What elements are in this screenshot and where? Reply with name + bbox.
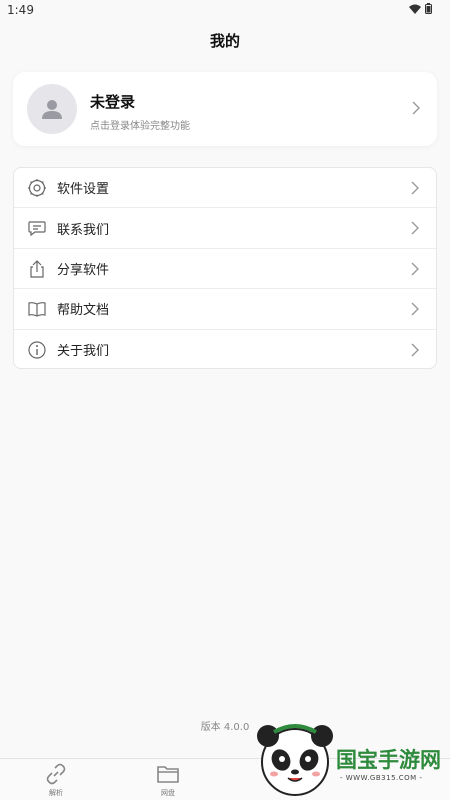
link-icon [46, 763, 66, 785]
watermark: 国宝手游网 - WWW.GB315.COM - [250, 722, 450, 800]
menu-label-share: 分享软件 [57, 262, 110, 278]
menu-item-about[interactable]: 关于我们 [14, 330, 436, 368]
chevron-right-icon [411, 181, 419, 195]
menu-item-contact[interactable]: 联系我们 [14, 208, 436, 249]
info-icon [28, 340, 46, 359]
chevron-right-icon [411, 221, 419, 235]
profile-card[interactable]: 未登录 点击登录体验完整功能 [13, 72, 437, 146]
menu-item-share[interactable]: 分享软件 [14, 249, 436, 290]
share-icon [30, 259, 44, 278]
avatar [27, 84, 77, 134]
status-bar: 1:49 [0, 0, 450, 20]
battery-icon [425, 3, 432, 14]
watermark-text: 国宝手游网 [336, 748, 441, 772]
settings-icon [28, 179, 46, 197]
panda-logo-icon [257, 724, 333, 796]
tab-label-cloud-drive: 网盘 [161, 789, 175, 797]
profile-hint: 点击登录体验完整功能 [90, 121, 190, 132]
chevron-right-icon [412, 101, 420, 115]
tab-label-parse: 解析 [49, 789, 63, 797]
menu-label-help: 帮助文档 [57, 303, 110, 319]
status-time: 1:49 [7, 3, 34, 17]
folder-icon [157, 766, 179, 783]
chat-icon [28, 221, 46, 237]
watermark-url: - WWW.GB315.COM - [340, 774, 423, 782]
status-icons [409, 3, 432, 14]
user-icon [42, 100, 62, 119]
wifi-icon [409, 4, 421, 14]
menu-label-settings: 软件设置 [57, 182, 110, 198]
tab-cloud-drive[interactable]: 网盘 [112, 759, 224, 800]
menu-item-help[interactable]: 帮助文档 [14, 289, 436, 330]
menu-item-settings[interactable]: 软件设置 [14, 168, 436, 209]
book-icon [28, 302, 46, 317]
chevron-right-icon [411, 262, 419, 276]
menu-label-about: 关于我们 [57, 344, 110, 360]
chevron-right-icon [411, 302, 419, 316]
chevron-right-icon [411, 343, 419, 357]
page-title: 我的 [209, 32, 240, 50]
menu-card: 软件设置 联系我们 分享软件 帮助文档 关于我们 [13, 167, 437, 369]
profile-name: 未登录 [90, 93, 136, 111]
menu-label-contact: 联系我们 [57, 222, 110, 238]
tab-parse[interactable]: 解析 [0, 759, 112, 800]
